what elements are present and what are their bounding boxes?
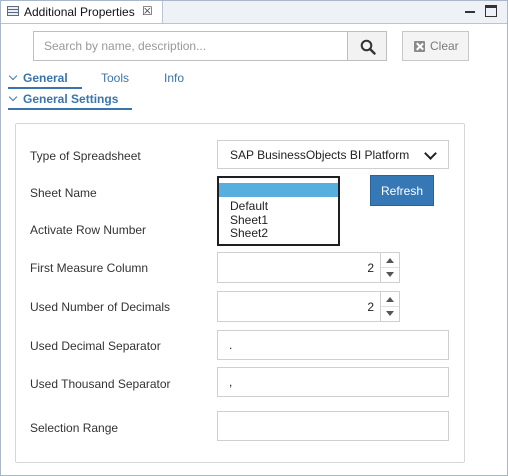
properties-view-icon [7, 6, 19, 16]
chevron-down-icon[interactable] [8, 92, 18, 102]
sheet-name-option[interactable]: Sheet1 [230, 213, 268, 227]
thousand-separator-field[interactable]: , [217, 367, 449, 397]
clear-button[interactable]: Clear [402, 31, 469, 61]
search-button[interactable] [347, 31, 387, 61]
spreadsheet-type-value: SAP BusinessObjects BI Platform [230, 148, 410, 162]
selection-range-label: Selection Range [30, 421, 119, 435]
view-tab-strip: Additional Properties ☒ [1, 1, 507, 24]
tab-general[interactable]: General [23, 71, 68, 85]
sheet-name-option[interactable]: Sheet2 [230, 226, 268, 240]
thousand-separator-value: , [229, 375, 233, 389]
view-tab-additional-properties[interactable]: Additional Properties ☒ [1, 1, 163, 23]
thousand-separator-label: Used Thousand Separator [30, 377, 171, 391]
sheet-name-option-selected[interactable] [219, 183, 338, 197]
stepper-arrows [380, 253, 399, 282]
selection-range-field[interactable] [217, 411, 449, 441]
spreadsheet-type-label: Type of Spreadsheet [30, 149, 141, 163]
close-icon[interactable]: ☒ [142, 4, 153, 18]
minimize-icon[interactable] [464, 5, 476, 17]
chevron-down-icon [8, 71, 18, 81]
increment-icon[interactable] [386, 258, 394, 263]
refresh-button[interactable]: Refresh [370, 175, 434, 206]
tab-tools[interactable]: Tools [101, 71, 129, 85]
decimal-separator-value: . [229, 338, 233, 352]
view-tab-title: Additional Properties [24, 5, 135, 19]
sheet-name-option[interactable]: Default [230, 199, 268, 213]
stepper-divider [381, 306, 399, 307]
decimal-separator-label: Used Decimal Separator [30, 339, 161, 353]
used-decimals-stepper[interactable]: 2 [217, 291, 400, 322]
first-measure-column-label: First Measure Column [30, 261, 149, 275]
section-title-general-settings[interactable]: General Settings [23, 92, 118, 106]
decrement-icon[interactable] [386, 272, 394, 277]
spreadsheet-type-select[interactable]: SAP BusinessObjects BI Platform [217, 140, 449, 169]
stepper-divider [381, 267, 399, 268]
refresh-button-label: Refresh [380, 184, 424, 198]
used-decimals-label: Used Number of Decimals [30, 300, 171, 314]
chevron-down-icon [424, 147, 437, 160]
clear-icon [414, 41, 425, 52]
maximize-icon[interactable] [485, 5, 497, 17]
search-input[interactable] [33, 31, 348, 61]
section-title-underline [8, 108, 132, 110]
first-measure-column-stepper[interactable]: 2 [217, 252, 400, 283]
tab-info[interactable]: Info [164, 71, 184, 85]
search-icon [360, 39, 376, 55]
first-measure-column-value: 2 [367, 261, 374, 275]
used-decimals-value: 2 [367, 300, 374, 314]
increment-icon[interactable] [386, 297, 394, 302]
decrement-icon[interactable] [386, 311, 394, 316]
sheet-name-label: Sheet Name [30, 186, 97, 200]
activate-row-number-label: Activate Row Number [30, 223, 147, 237]
clear-button-label: Clear [430, 39, 459, 53]
sheet-name-listbox[interactable]: Default Sheet1 Sheet2 [217, 176, 340, 246]
stepper-arrows [380, 292, 399, 321]
decimal-separator-field[interactable]: . [217, 330, 449, 360]
active-tab-indicator [8, 87, 82, 89]
